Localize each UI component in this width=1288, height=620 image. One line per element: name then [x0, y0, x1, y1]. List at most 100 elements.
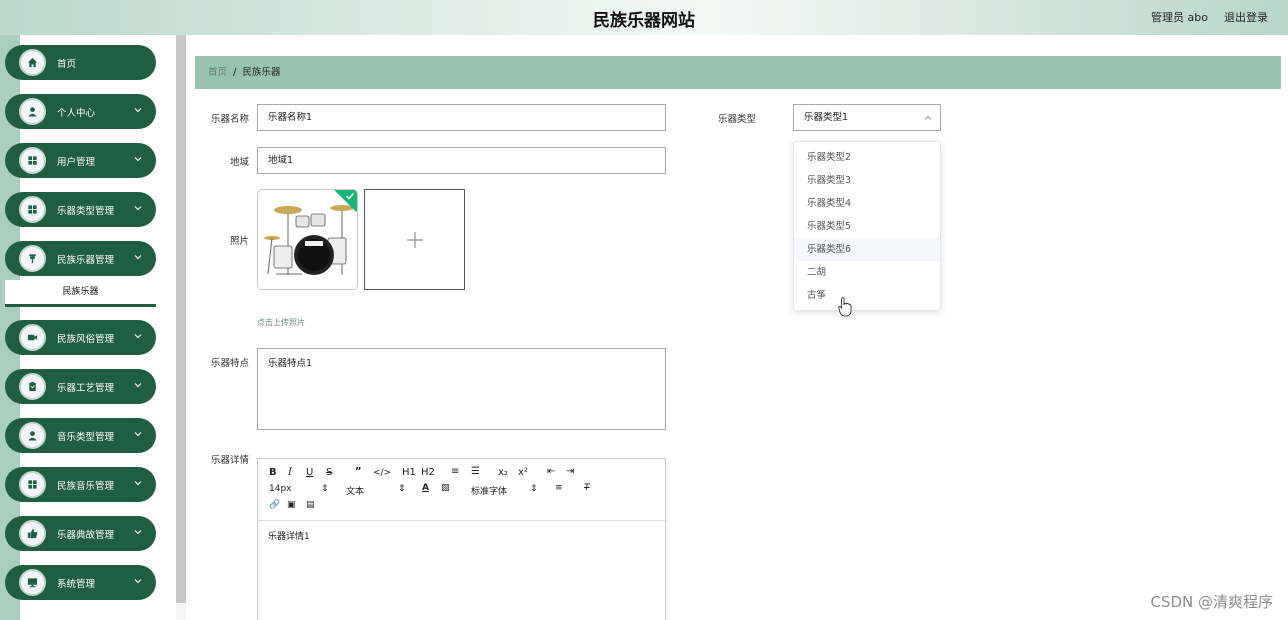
align-icon[interactable]: ≡ — [555, 483, 563, 493]
sidebar-item-instrument-stories[interactable]: 乐器典故管理 — [5, 516, 156, 551]
font-color-icon[interactable]: A — [422, 483, 429, 493]
sidebar-item-system[interactable]: 系统管理 — [5, 565, 156, 600]
pin-icon — [19, 245, 46, 272]
sidebar-item-label: 首页 — [57, 59, 77, 70]
image-icon[interactable]: ▣ — [287, 500, 296, 510]
bold-icon[interactable]: B — [269, 467, 277, 478]
uploaded-photo-thumbnail[interactable] — [257, 189, 358, 290]
sidebar-item-personal-center[interactable]: 个人中心 — [5, 94, 156, 129]
instrument-type-selected-value: 乐器类型1 — [804, 112, 849, 123]
sidebar-item-instrument-types[interactable]: 乐器类型管理 — [5, 192, 156, 227]
clipboard-icon — [19, 373, 46, 400]
font-family-arrows-icon: ⇕ — [530, 484, 538, 494]
ordered-list-icon[interactable]: ≡ — [451, 466, 459, 477]
indent-icon[interactable]: ⇥ — [566, 466, 574, 477]
dropdown-option[interactable]: 乐器类型4 — [794, 192, 940, 215]
subscript-button[interactable]: x₂ — [498, 467, 508, 478]
grid-icon — [19, 147, 46, 174]
dropdown-option[interactable]: 二胡 — [794, 261, 940, 284]
dropdown-option[interactable]: 乐器类型3 — [794, 169, 940, 192]
sidebar-item-folk-customs[interactable]: 民族风俗管理 — [5, 320, 156, 355]
person-icon — [19, 422, 46, 449]
breadcrumb: 首页 / 民族乐器 — [195, 56, 1281, 89]
blockquote-icon[interactable]: ” — [355, 466, 362, 477]
features-textarea[interactable]: 乐器特点1 — [257, 348, 666, 430]
chevron-down-icon — [134, 383, 142, 388]
instrument-name-label: 乐器名称 — [210, 114, 249, 125]
link-icon[interactable]: 🔗 — [269, 500, 280, 510]
instrument-type-select[interactable]: 乐器类型1 — [793, 104, 941, 131]
chevron-down-icon — [134, 334, 142, 339]
sidebar-item-music-types[interactable]: 音乐类型管理 — [5, 418, 156, 453]
photo-upload-box[interactable] — [364, 189, 465, 290]
plus-icon — [407, 232, 423, 248]
outdent-icon[interactable]: ⇤ — [547, 466, 555, 477]
chevron-down-icon — [134, 481, 142, 486]
thumb-icon — [19, 520, 46, 547]
instrument-type-dropdown: 乐器类型2 乐器类型3 乐器类型4 乐器类型5 乐器类型6 二胡 古筝 — [793, 141, 941, 311]
sidebar-item-label: 民族音乐管理 — [57, 481, 115, 492]
bullet-list-icon[interactable]: ☰ — [471, 466, 480, 477]
watermark: CSDN @清爽程序 — [1150, 593, 1273, 611]
dropdown-option[interactable]: 古筝 — [794, 284, 940, 307]
chevron-down-icon — [134, 255, 142, 260]
chevron-down-icon — [134, 432, 142, 437]
sidebar-item-instrument-craft[interactable]: 乐器工艺管理 — [5, 369, 156, 404]
sidebar-item-label: 乐器工艺管理 — [57, 383, 115, 394]
grid-icon — [19, 196, 46, 223]
text-style-select[interactable]: 文本 — [346, 484, 364, 497]
font-size-select[interactable]: 14px — [269, 484, 292, 494]
sidebar-item-folk-instruments[interactable]: 民族乐器管理 — [5, 241, 156, 276]
clear-format-icon[interactable]: T — [584, 483, 590, 493]
monitor-icon — [19, 569, 46, 596]
strikethrough-icon[interactable]: S — [326, 467, 332, 478]
sidebar-item-label: 民族风俗管理 — [57, 334, 115, 345]
sidebar-item-users[interactable]: 用户管理 — [5, 143, 156, 178]
chevron-down-icon — [134, 108, 142, 113]
dropdown-option[interactable]: 乐器类型5 — [794, 215, 940, 238]
region-input[interactable]: 地域1 — [257, 147, 666, 174]
chevron-down-icon — [134, 157, 142, 162]
photo-label: 照片 — [229, 236, 249, 247]
instrument-type-label: 乐器类型 — [717, 114, 756, 125]
sidebar-item-label: 乐器类型管理 — [57, 206, 115, 217]
sidebar-item-label: 民族乐器管理 — [57, 255, 115, 266]
header: 民族乐器网站 管理员 abo 退出登录 — [0, 0, 1288, 35]
details-label: 乐器详情 — [210, 455, 249, 466]
sidebar-scrollbar[interactable] — [176, 35, 186, 603]
underline-icon[interactable]: U — [306, 467, 313, 478]
sidebar-item-label: 个人中心 — [57, 108, 96, 119]
sidebar-item-home[interactable]: 首页 — [5, 45, 156, 80]
editor-toolbar: B I U S ” </> H1 H2 ≡ ☰ x₂ x² ⇤ ⇥ 14px ⇕… — [258, 459, 665, 521]
superscript-button[interactable]: x² — [518, 467, 528, 478]
chevron-up-icon — [924, 115, 932, 120]
breadcrumb-home-link[interactable]: 首页 — [208, 67, 227, 78]
chevron-down-icon — [134, 530, 142, 535]
editor-content[interactable]: 乐器详情1 — [268, 529, 310, 542]
sidebar-item-label: 乐器典故管理 — [57, 530, 115, 541]
video-icon[interactable]: ▤ — [306, 500, 315, 510]
italic-icon[interactable]: I — [288, 467, 292, 478]
chevron-down-icon — [134, 206, 142, 211]
font-family-select[interactable]: 标准字体 — [471, 484, 507, 497]
region-label: 地域 — [229, 157, 249, 168]
instrument-name-input[interactable]: 乐器名称1 — [257, 104, 666, 131]
camera-icon — [19, 324, 46, 351]
drum-kit-photo — [258, 190, 357, 289]
sidebar-item-label: 系统管理 — [57, 579, 96, 590]
sidebar-item-label: 用户管理 — [57, 157, 96, 168]
check-icon — [345, 192, 355, 200]
heading2-button[interactable]: H2 — [421, 467, 435, 478]
sidebar-subitem-folk-instrument[interactable]: 民族乐器 — [5, 280, 156, 307]
code-block-icon[interactable]: </> — [373, 468, 391, 478]
logout-link[interactable]: 退出登录 — [1224, 9, 1268, 25]
heading1-button[interactable]: H1 — [402, 467, 416, 478]
background-color-icon[interactable]: ▧ — [441, 483, 450, 493]
dropdown-option[interactable]: 乐器类型2 — [794, 146, 940, 169]
sidebar-item-folk-music[interactable]: 民族音乐管理 — [5, 467, 156, 502]
home-icon — [19, 49, 46, 76]
text-style-arrows-icon: ⇕ — [398, 484, 406, 494]
person-icon — [19, 98, 46, 125]
dropdown-option-hovered[interactable]: 乐器类型6 — [794, 238, 940, 261]
font-size-arrows-icon: ⇕ — [321, 484, 329, 494]
